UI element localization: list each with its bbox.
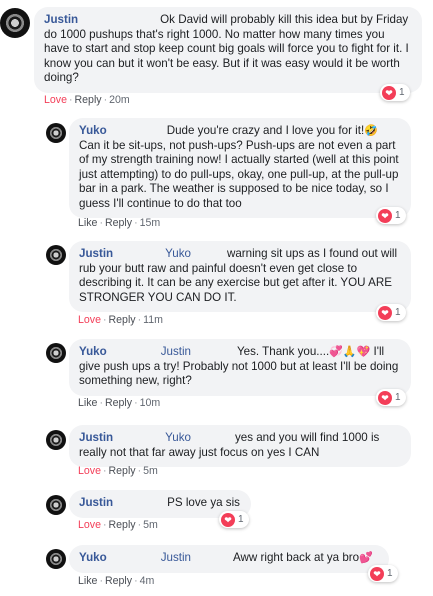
comment-actions: Love · Reply · 5m — [78, 519, 158, 531]
comment-bubble: Justin Yuko warning sit ups as I found out… — [69, 241, 411, 312]
separator: · — [102, 314, 107, 326]
comment-text-continued: Can it be sit-ups, not push-ups? Push-up… — [79, 138, 399, 210]
love-button[interactable]: Love — [44, 94, 67, 106]
comment-bubble: Justin Yuko yes and you will find 1000 is … — [69, 425, 411, 467]
heart-icon: ❤ — [382, 85, 396, 100]
reply-button[interactable]: Reply — [109, 465, 136, 477]
comment-text: Dude you're crazy and I love you for it! — [166, 124, 365, 137]
reaction-badge[interactable]: ❤ 1 — [376, 207, 406, 224]
reply-button[interactable]: Reply — [105, 217, 132, 229]
like-button[interactable]: Like — [78, 397, 97, 409]
timestamp[interactable]: 5m — [143, 465, 158, 477]
separator: · — [102, 465, 107, 477]
heart-icon: ❤ — [378, 390, 392, 405]
separator: · — [134, 397, 138, 409]
reaction-badge[interactable]: ❤ 1 — [376, 389, 406, 406]
reaction-count: 1 — [395, 210, 401, 221]
comment-bubble: Yuko Justin Yes. Thank you....💞🙏💖 I'll giv… — [69, 339, 411, 396]
comment-text: PS love ya sis — [167, 496, 240, 509]
heart-icon: ❤ — [221, 512, 235, 527]
heart-icon: ❤ — [370, 566, 384, 581]
avatar[interactable] — [46, 549, 66, 569]
reaction-badge[interactable]: ❤ 1 — [380, 84, 410, 101]
comment-author[interactable]: Yuko — [79, 551, 107, 564]
separator: · — [99, 575, 103, 587]
comment-author[interactable]: Yuko — [79, 345, 107, 358]
reaction-count: 1 — [238, 514, 244, 525]
avatar[interactable] — [46, 430, 66, 450]
separator: · — [134, 217, 138, 229]
comment-text: warning sit ups as I found out will rub … — [79, 247, 398, 304]
reply-button[interactable]: Reply — [105, 397, 132, 409]
comment-actions: Like · Reply · 4m — [78, 575, 154, 587]
mention[interactable]: Yuko — [165, 247, 191, 260]
separator: · — [137, 519, 142, 531]
heart-icon: ❤ — [378, 305, 392, 320]
mention[interactable]: Justin — [161, 345, 191, 358]
comment-actions: Love · Reply · 11m — [78, 314, 163, 326]
love-button[interactable]: Love — [78, 314, 101, 326]
comment-text: Ok David will probably kill this idea bu… — [44, 13, 409, 84]
separator: · — [99, 397, 103, 409]
reaction-count: 1 — [399, 87, 405, 98]
reaction-badge[interactable]: ❤ 1 — [376, 304, 406, 321]
comment-actions: Love · Reply · 20m — [44, 94, 130, 106]
comment-author[interactable]: Yuko — [79, 124, 107, 137]
reaction-count: 1 — [395, 307, 401, 318]
comment-text: Yes. Thank you.... — [237, 345, 330, 358]
avatar[interactable] — [46, 245, 66, 265]
avatar[interactable] — [46, 123, 66, 143]
timestamp[interactable]: 11m — [143, 314, 163, 326]
mention[interactable]: Yuko — [165, 431, 191, 444]
separator: · — [103, 94, 108, 106]
avatar[interactable] — [46, 495, 66, 515]
comment-bubble: Yuko Dude you're crazy and I love you for… — [69, 118, 411, 218]
reaction-count: 1 — [387, 568, 393, 579]
reply-button[interactable]: Reply — [109, 314, 136, 326]
separator: · — [102, 519, 107, 531]
like-button[interactable]: Like — [78, 575, 97, 587]
comment-bubble: Yuko Justin Aww right back at ya bro💕 — [69, 545, 389, 573]
comment-text: Aww right back at ya bro — [233, 551, 360, 564]
reply-button[interactable]: Reply — [105, 575, 132, 587]
comment-author[interactable]: Justin — [79, 431, 113, 444]
comment-bubble: Justin Ok David will probably kill this i… — [34, 7, 422, 93]
comment-author[interactable]: Justin — [44, 13, 78, 26]
timestamp[interactable]: 20m — [109, 94, 130, 106]
avatar[interactable] — [0, 8, 30, 38]
reaction-badge[interactable]: ❤ 1 — [368, 565, 398, 582]
reply-button[interactable]: Reply — [75, 94, 102, 106]
comment-text: yes and you will find 1000 is really not… — [79, 431, 380, 459]
separator: · — [137, 465, 142, 477]
rofl-emoji: 🤣 — [364, 125, 378, 137]
comment-author[interactable]: Justin — [79, 247, 113, 260]
reaction-badge[interactable]: ❤ 1 — [219, 511, 249, 528]
love-button[interactable]: Love — [78, 465, 101, 477]
separator: · — [137, 314, 142, 326]
comment-actions: Like · Reply · 10m — [78, 397, 160, 409]
comment-actions: Like · Reply · 15m — [78, 217, 160, 229]
mention[interactable]: Justin — [161, 551, 191, 564]
timestamp[interactable]: 10m — [140, 397, 161, 409]
two-hearts-emoji: 💕 — [359, 552, 373, 564]
separator: · — [68, 94, 73, 106]
reply-button[interactable]: Reply — [109, 519, 136, 531]
separator: · — [99, 217, 103, 229]
heart-icon: ❤ — [378, 208, 392, 223]
comment-author[interactable]: Justin — [79, 496, 113, 509]
timestamp[interactable]: 15m — [140, 217, 161, 229]
separator: · — [134, 575, 138, 587]
emoji-group: 💞🙏💖 — [329, 346, 371, 358]
timestamp[interactable]: 4m — [140, 575, 155, 587]
reaction-count: 1 — [395, 392, 401, 403]
timestamp[interactable]: 5m — [143, 519, 158, 531]
love-button[interactable]: Love — [78, 519, 101, 531]
avatar[interactable] — [46, 343, 66, 363]
comment-actions: Love · Reply · 5m — [78, 465, 158, 477]
like-button[interactable]: Like — [78, 217, 97, 229]
